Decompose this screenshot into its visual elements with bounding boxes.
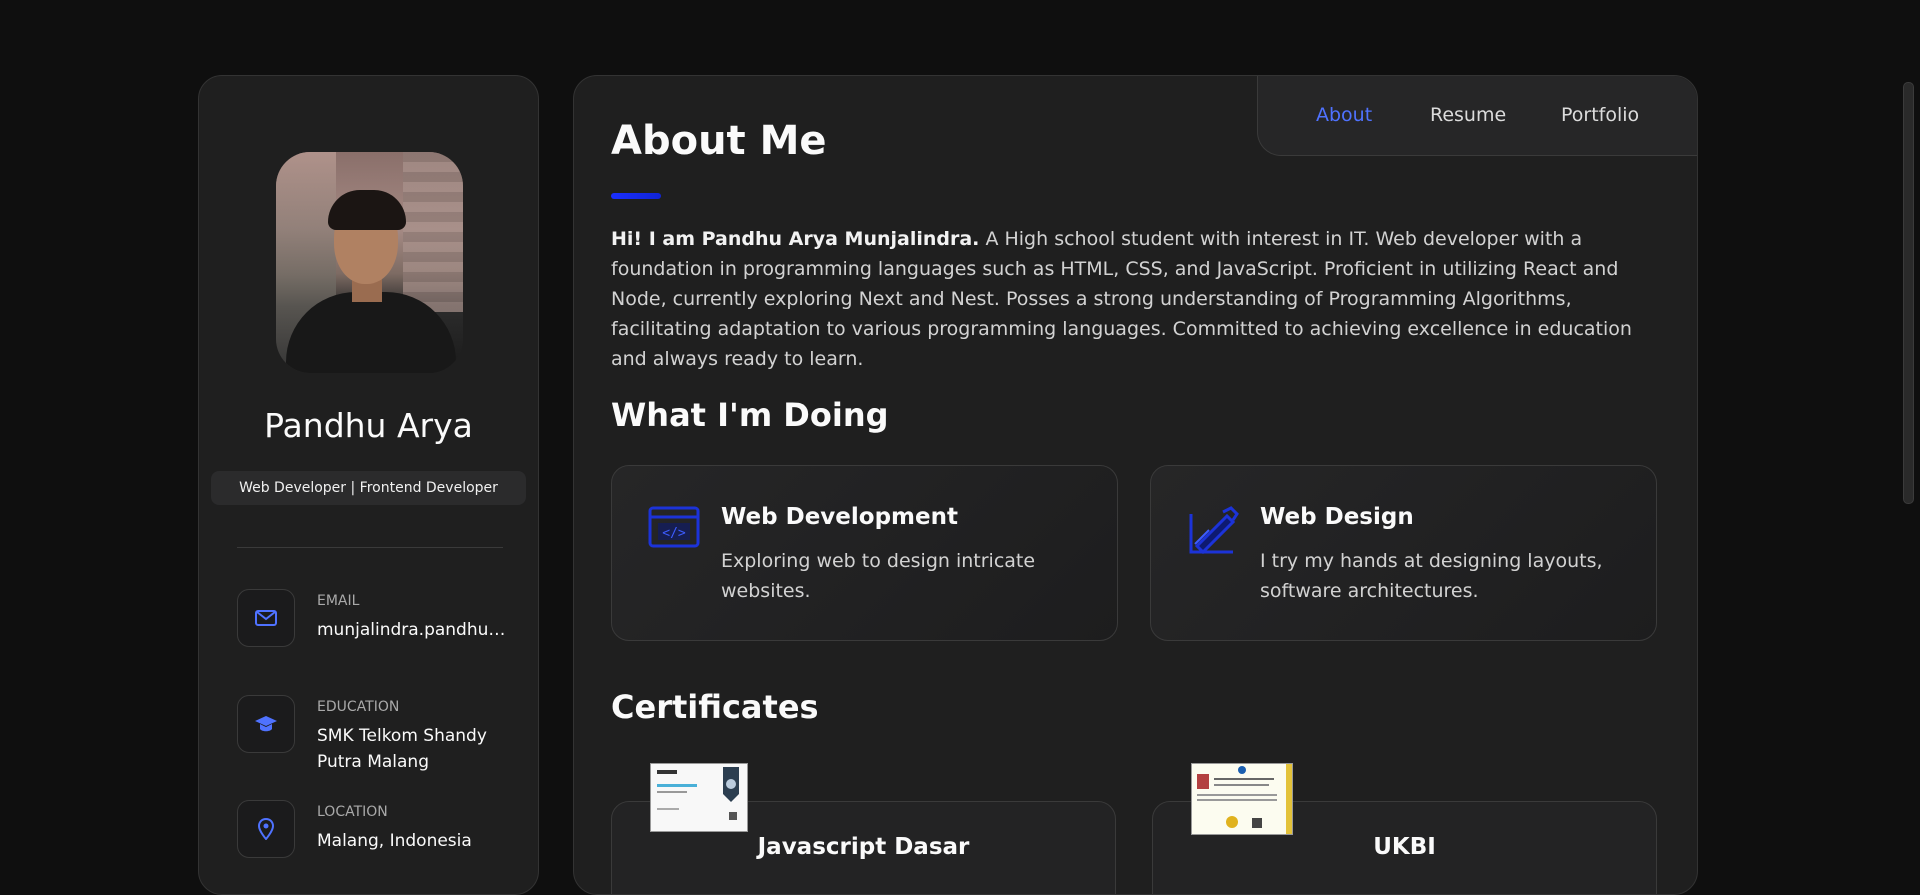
code-window-icon: </> [648,506,702,552]
title-underline [611,193,661,199]
contact-location-value: Malang, Indonesia [317,831,472,851]
contact-education-label: Education [317,699,400,715]
service-card-web-design: Web Design I try my hands at designing l… [1150,465,1657,641]
sidebar-divider [237,547,503,548]
service-description: Exploring web to design intricate websit… [721,550,1036,602]
service-card-web-development: </> Web Development Exploring web to des… [611,465,1118,641]
certificate-thumbnail[interactable] [1191,763,1293,835]
about-intro-bold: Hi! I am Pandhu Arya Munjalindra. [611,228,980,250]
contact-education-value: SMK Telkom Shandy Putra Malang [317,726,487,772]
contact-email-label: Email [317,593,360,609]
mail-icon [237,589,295,647]
certificate-title: Javascript Dasar [757,834,970,860]
service-title: Web Design [1260,504,1414,530]
contact-location-label: Location [317,804,388,820]
service-title: Web Development [721,504,958,530]
main-content: About Resume Portfolio About Me Hi! I am… [573,75,1698,895]
certificate-thumbnail[interactable] [650,763,748,832]
nav-about[interactable]: About [1316,104,1372,126]
design-pencil-icon [1187,506,1241,555]
page-scrollbar[interactable] [1903,82,1914,504]
doing-heading: What I'm Doing [611,396,889,434]
page-title: About Me [611,118,827,164]
nav-resume[interactable]: Resume [1430,104,1506,126]
location-pin-icon [237,800,295,858]
profile-avatar [276,152,463,373]
profile-name: Pandhu Arya [264,406,473,445]
top-navbar: About Resume Portfolio [1257,76,1697,156]
graduation-cap-icon [237,695,295,753]
about-paragraph: Hi! I am Pandhu Arya Munjalindra. A High… [611,224,1651,374]
contact-email-value[interactable]: munjalindra.pandhu@gmail.com [317,617,517,643]
service-description: I try my hands at designing layouts, sof… [1260,550,1603,602]
certificate-title: UKBI [1373,834,1436,860]
profile-role-badge: Web Developer | Frontend Developer [211,471,526,505]
profile-sidebar: Pandhu Arya Web Developer | Frontend Dev… [198,75,539,895]
svg-text:</>: </> [662,526,686,541]
nav-portfolio[interactable]: Portfolio [1561,104,1639,126]
certificates-heading: Certificates [611,688,819,726]
